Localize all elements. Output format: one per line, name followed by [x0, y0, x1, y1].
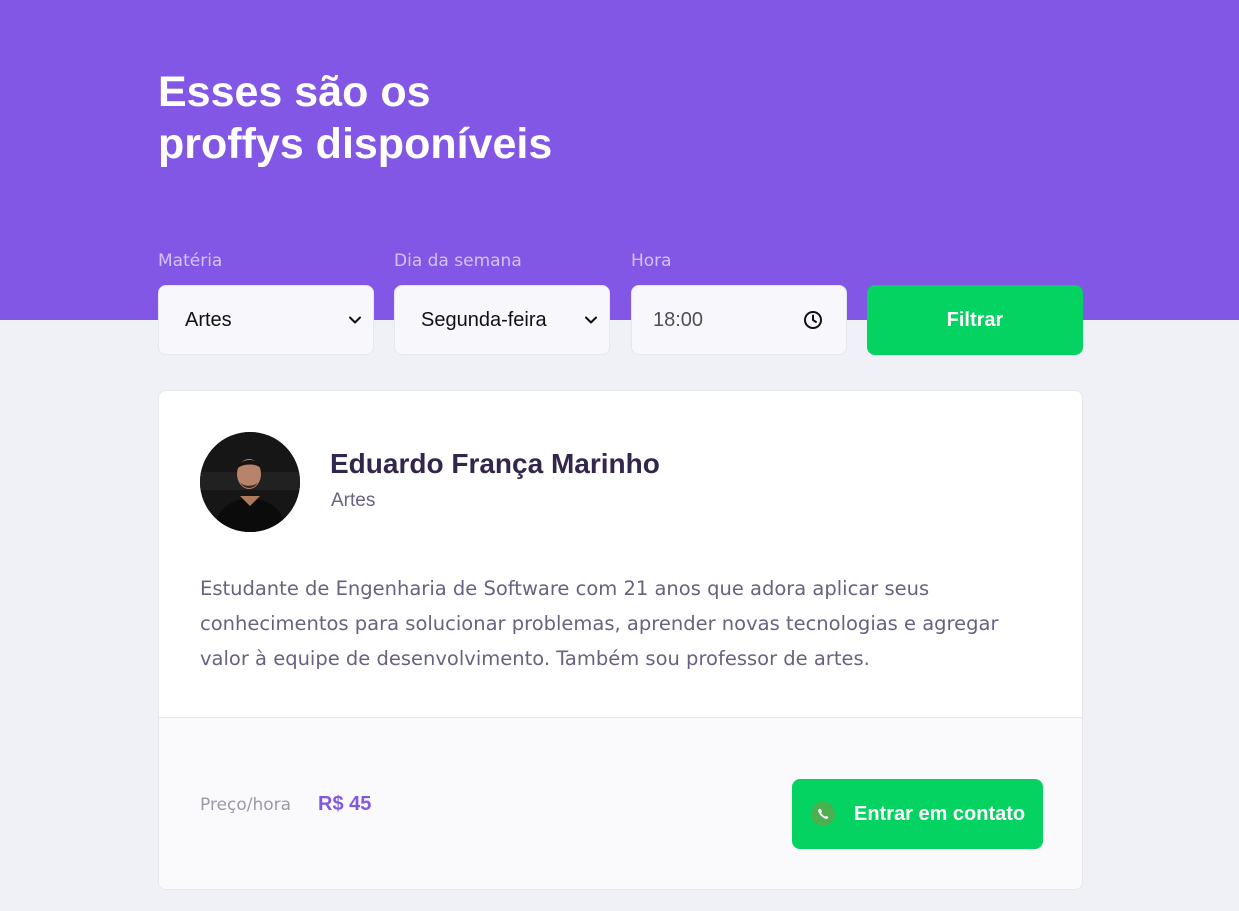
chevron-down-icon	[585, 316, 597, 324]
teacher-card: Eduardo França Marinho Artes Estudante d…	[158, 390, 1083, 890]
teacher-bio-line: valor à equipe de desenvolvimento. També…	[200, 647, 870, 670]
subject-select-value: Artes	[185, 308, 232, 331]
page: Esses são os proffys disponíveis Matéria…	[0, 0, 1239, 911]
subject-label: Matéria	[158, 251, 223, 271]
weekday-select[interactable]: Segunda-feira	[394, 285, 610, 355]
price-value: R$ 45	[318, 793, 372, 815]
teacher-bio: Estudante de Engenharia de Software com …	[200, 571, 1045, 676]
subject-select[interactable]: Artes	[158, 285, 374, 355]
time-label: Hora	[631, 251, 672, 271]
avatar	[200, 432, 300, 532]
filter-button[interactable]: Filtrar	[867, 285, 1083, 355]
contact-button[interactable]: Entrar em contato	[792, 779, 1043, 849]
whatsapp-icon	[811, 802, 835, 826]
page-header: Esses são os proffys disponíveis	[0, 0, 1239, 320]
page-title: Esses são os proffys disponíveis	[158, 66, 678, 170]
teacher-bio-line: conhecimentos para solucionar problemas,…	[200, 612, 999, 635]
page-title-line-2: proffys disponíveis	[158, 120, 553, 168]
time-input-value: 18:00	[653, 308, 704, 331]
contact-button-label: Entrar em contato	[854, 802, 1026, 825]
teacher-bio-line: Estudante de Engenharia de Software com …	[200, 577, 930, 600]
teacher-card-footer: Preço/hora R$ 45 Entrar em contato	[159, 717, 1082, 889]
price-label: Preço/hora	[200, 795, 292, 815]
weekday-label: Dia da semana	[394, 251, 522, 271]
page-title-line-1: Esses são os	[158, 68, 431, 116]
chevron-down-icon	[349, 316, 361, 324]
weekday-select-value: Segunda-feira	[421, 308, 547, 331]
teacher-photo	[200, 432, 300, 532]
clock-icon[interactable]	[802, 309, 824, 331]
time-input[interactable]: 18:00	[631, 285, 847, 355]
teacher-name: Eduardo França Marinho	[330, 448, 660, 479]
teacher-subject: Artes	[331, 490, 376, 511]
